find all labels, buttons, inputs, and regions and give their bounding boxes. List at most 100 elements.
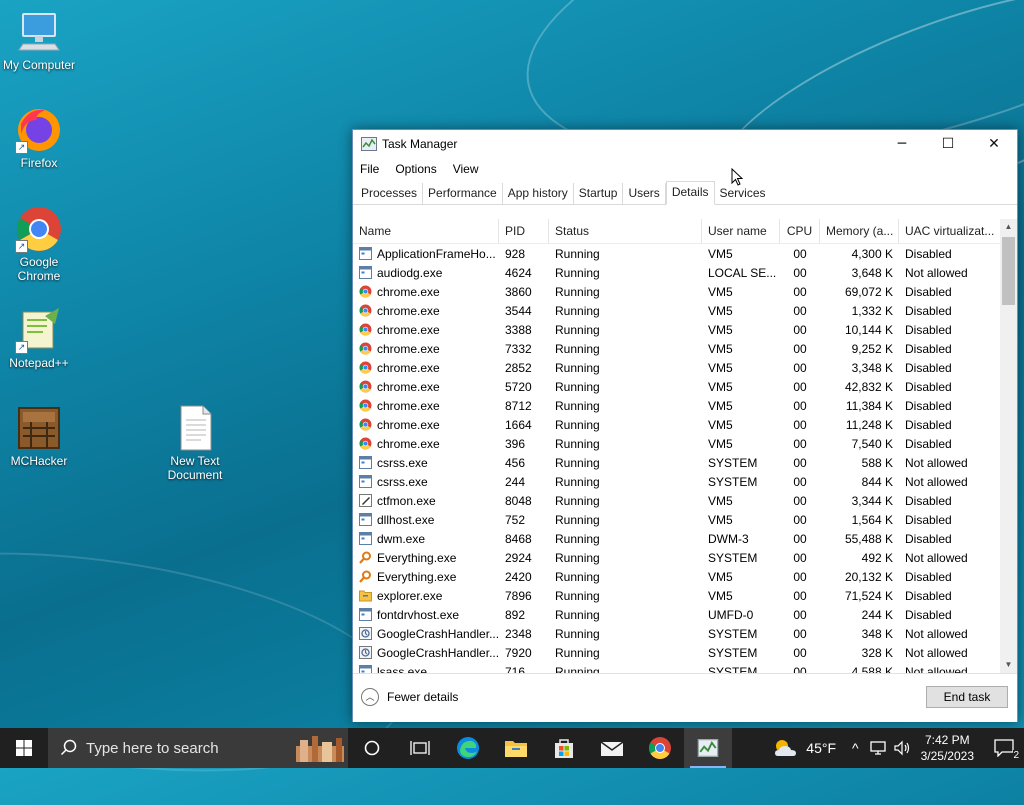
table-row[interactable]: chrome.exe 8712 Running VM5 00 11,384 K Disabl…: [353, 396, 1017, 415]
menu-view[interactable]: View: [453, 162, 479, 176]
tab-startup[interactable]: Startup: [574, 183, 624, 204]
desktop-icon-google-chrome[interactable]: ↗ Google Chrome: [1, 205, 77, 283]
table-row[interactable]: chrome.exe 2852 Running VM5 00 3,348 K Disable…: [353, 358, 1017, 377]
task-manager-window[interactable]: Task Manager ─ ☐ ✕ File Options View Pro…: [352, 129, 1018, 722]
column-header-uac-virtualization[interactable]: UAC virtualizat...: [899, 219, 1001, 243]
table-row[interactable]: chrome.exe 3544 Running VM5 00 1,332 K Disable…: [353, 301, 1017, 320]
process-name: ctfmon.exe: [377, 493, 436, 508]
memory-cell: 4,300 K: [851, 246, 893, 261]
tab-details[interactable]: Details: [665, 181, 715, 205]
taskbar-mail-button[interactable]: [588, 728, 636, 768]
taskbar-chrome-button[interactable]: [636, 728, 684, 768]
column-header-pid[interactable]: PID: [499, 219, 549, 243]
weather-cloud-sun-icon[interactable]: [772, 737, 800, 759]
tab-performance[interactable]: Performance: [423, 183, 503, 204]
taskbar-store-button[interactable]: [540, 728, 588, 768]
status-cell: Running: [555, 626, 600, 641]
process-name-cell: chrome.exe: [353, 380, 499, 394]
column-header-memory[interactable]: Memory (a...: [820, 219, 899, 243]
column-header-status[interactable]: Status: [549, 219, 702, 243]
table-row[interactable]: chrome.exe 5720 Running VM5 00 42,832 K Disabl…: [353, 377, 1017, 396]
status-cell: Running: [555, 341, 600, 356]
desktop-icon-label: My Computer: [2, 58, 76, 72]
fewer-details-button[interactable]: ︿ Fewer details: [361, 688, 458, 706]
table-row[interactable]: dllhost.exe 752 Running VM5 00 1,564 K Disable…: [353, 510, 1017, 529]
tab-strip: Processes Performance App history Startu…: [353, 168, 1017, 205]
desktop-icon-my-computer[interactable]: My Computer: [1, 8, 77, 72]
memory-cell: 244 K: [861, 607, 893, 622]
weather-temperature[interactable]: 45°F: [806, 740, 836, 756]
user-name-cell: VM5: [708, 398, 733, 413]
taskbar-search-box[interactable]: Type here to search: [48, 728, 348, 768]
magnifier-icon: [359, 551, 377, 564]
cpu-cell: 00: [793, 398, 807, 413]
table-row[interactable]: fontdrvhost.exe 892 Running UMFD-0 00 244 K Di…: [353, 605, 1017, 624]
title-bar[interactable]: Task Manager ─ ☐ ✕: [353, 130, 1017, 158]
search-icon: [60, 739, 77, 756]
table-row[interactable]: lsass.exe 716 Running SYSTEM 00 4,588 K Not al…: [353, 662, 1017, 673]
crash-handler-icon: [359, 646, 377, 659]
cpu-cell: 00: [793, 303, 807, 318]
windows-logo-icon: [16, 740, 32, 756]
column-header-user-name[interactable]: User name: [702, 219, 780, 243]
table-row[interactable]: csrss.exe 244 Running SYSTEM 00 844 K Not allo…: [353, 472, 1017, 491]
table-row[interactable]: GoogleCrashHandler... 2348 Running SYSTEM 00…: [353, 624, 1017, 643]
chevron-up-icon[interactable]: ^: [852, 740, 859, 756]
desktop-icon-firefox[interactable]: ↗ Firefox: [1, 106, 77, 170]
table-row[interactable]: chrome.exe 7332 Running VM5 00 9,252 K Disable…: [353, 339, 1017, 358]
table-row[interactable]: chrome.exe 396 Running VM5 00 7,540 K Disabled: [353, 434, 1017, 453]
table-row[interactable]: chrome.exe 1664 Running VM5 00 11,248 K Disabl…: [353, 415, 1017, 434]
taskbar-task-manager-button[interactable]: [684, 728, 732, 768]
process-name-cell: ApplicationFrameHo...: [353, 247, 499, 261]
cortana-button[interactable]: [348, 728, 396, 768]
vertical-scrollbar[interactable]: ▲ ▼: [1000, 219, 1017, 673]
pid-cell: 716: [505, 664, 526, 674]
tab-users[interactable]: Users: [623, 183, 666, 204]
fewer-details-label: Fewer details: [387, 690, 459, 704]
table-row[interactable]: Everything.exe 2924 Running SYSTEM 00 492 K No…: [353, 548, 1017, 567]
uac-virtualization-cell: Disabled: [905, 284, 952, 299]
notification-center-button[interactable]: 2: [984, 728, 1024, 768]
task-view-button[interactable]: [396, 728, 444, 768]
column-header-name[interactable]: Name: [353, 219, 499, 243]
taskbar-edge-button[interactable]: [444, 728, 492, 768]
chrome-icon: [359, 361, 377, 374]
user-name-cell: SYSTEM: [708, 626, 758, 641]
minimize-button[interactable]: ─: [879, 130, 925, 158]
network-icon[interactable]: [869, 740, 887, 756]
desktop-icon-notepad-plus-plus[interactable]: ↗ Notepad++: [1, 306, 77, 370]
table-row[interactable]: csrss.exe 456 Running SYSTEM 00 588 K Not allo…: [353, 453, 1017, 472]
taskbar-clock[interactable]: 7:42 PM 3/25/2023: [921, 732, 974, 764]
table-row[interactable]: chrome.exe 3860 Running VM5 00 69,072 K Disabl…: [353, 282, 1017, 301]
tab-app-history[interactable]: App history: [503, 183, 574, 204]
column-header-cpu[interactable]: CPU: [780, 219, 820, 243]
desktop-icon-mchacker[interactable]: MCHacker: [1, 404, 77, 468]
table-row[interactable]: explorer.exe 7896 Running VM5 00 71,524 K Disa…: [353, 586, 1017, 605]
table-row[interactable]: GoogleCrashHandler... 7920 Running SYSTEM 00…: [353, 643, 1017, 662]
volume-icon[interactable]: [893, 740, 911, 756]
window-title: Task Manager: [382, 137, 458, 151]
table-row[interactable]: dwm.exe 8468 Running DWM-3 00 55,488 K Disable…: [353, 529, 1017, 548]
table-row[interactable]: ApplicationFrameHo... 928 Running VM5 00 4,30…: [353, 244, 1017, 263]
start-button[interactable]: [0, 728, 48, 768]
table-row[interactable]: audiodg.exe 4624 Running LOCAL SE... 00 3,648…: [353, 263, 1017, 282]
table-row[interactable]: chrome.exe 3388 Running VM5 00 10,144 K Disabl…: [353, 320, 1017, 339]
uac-virtualization-cell: Not allowed: [905, 455, 968, 470]
close-button[interactable]: ✕: [971, 130, 1017, 158]
desktop-icon-new-text-document[interactable]: New Text Document: [157, 404, 233, 482]
maximize-button[interactable]: ☐: [925, 130, 971, 158]
tab-processes[interactable]: Processes: [356, 183, 424, 204]
memory-cell: 3,648 K: [851, 265, 893, 280]
menu-options[interactable]: Options: [395, 162, 436, 176]
table-row[interactable]: ctfmon.exe 8048 Running VM5 00 3,344 K Disable…: [353, 491, 1017, 510]
user-name-cell: VM5: [708, 417, 733, 432]
taskbar-file-explorer-button[interactable]: [492, 728, 540, 768]
user-name-cell: VM5: [708, 436, 733, 451]
uac-virtualization-cell: Disabled: [905, 493, 952, 508]
table-row[interactable]: Everything.exe 2420 Running VM5 00 20,132 K Di…: [353, 567, 1017, 586]
end-task-button[interactable]: End task: [926, 686, 1008, 708]
scrollbar-thumb[interactable]: [1002, 237, 1015, 305]
scroll-down-icon[interactable]: ▼: [1000, 657, 1017, 673]
scroll-up-icon[interactable]: ▲: [1000, 219, 1017, 235]
menu-file[interactable]: File: [360, 162, 379, 176]
